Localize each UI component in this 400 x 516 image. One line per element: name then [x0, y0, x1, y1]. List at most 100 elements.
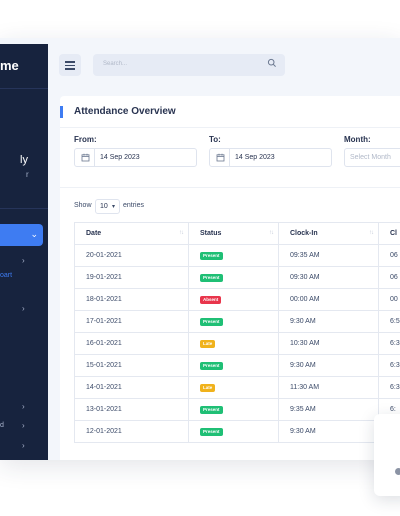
status-cell: Present — [188, 310, 279, 333]
date-cell: 12-01-2021 — [74, 420, 189, 443]
date-cell: 17-01-2021 — [74, 310, 189, 333]
status-cell: Late — [188, 376, 279, 399]
chevron-right-icon[interactable]: › — [22, 402, 25, 411]
calendar-icon — [81, 153, 90, 162]
sort-icon: ↑↓ — [269, 230, 274, 236]
clock-out-cell: 06 — [378, 244, 400, 267]
sort-icon: ↑↓ — [369, 230, 374, 236]
status-cell: Present — [188, 266, 279, 289]
status-badge: Late — [200, 383, 216, 392]
table-row: 20-01-2021 Present 09:35 AM 06 — [74, 244, 400, 267]
date-cell: 14-01-2021 — [74, 376, 189, 399]
clock-in-cell: 9:30 AM — [278, 420, 379, 443]
status-badge: Present — [200, 361, 223, 370]
sidebar: me ly r ⌄ › oart › › d › › — [0, 44, 48, 460]
status-badge: Present — [200, 273, 223, 282]
clock-in-cell: 09:35 AM — [278, 244, 379, 267]
column-header-status[interactable]: Status ↑↓ — [188, 222, 279, 245]
table-row: 15-01-2021 Present 9:30 AM 6:3 — [74, 354, 400, 377]
calendar-icon — [216, 153, 225, 162]
status-badge: Late — [200, 339, 216, 348]
sidebar-subitem[interactable]: oart — [0, 272, 12, 279]
attendance-table: Date ↑↓ Status ↑↓ Clock-In ↑↓ Cl 20-01-2021… — [74, 222, 400, 443]
date-cell: 16-01-2021 — [74, 332, 189, 355]
status-cell: Absent — [188, 288, 279, 311]
clock-in-cell: 10:30 AM — [278, 332, 379, 355]
search-placeholder: Search... — [103, 61, 128, 67]
month-select[interactable]: Select Month — [344, 148, 400, 167]
table-row: 12-01-2021Present9:30 AM6:3 — [74, 420, 400, 443]
table-row: 19-01-2021 Present 09:30 AM 06 — [74, 266, 400, 289]
show-label: Show — [74, 202, 92, 209]
status-cell: Present — [188, 244, 279, 267]
to-date-value: 14 Sep 2023 — [235, 154, 275, 161]
search-icon — [267, 58, 276, 67]
page-size-select[interactable]: 10 ▾ — [95, 199, 120, 214]
status-cell: Present — [188, 398, 279, 421]
column-header-clock-out[interactable]: Cl — [378, 222, 400, 245]
card-title: Attendance Overview — [74, 106, 176, 117]
chevron-right-icon[interactable]: › — [22, 441, 25, 450]
clock-in-cell: 9:30 AM — [278, 354, 379, 377]
sidebar-divider — [0, 208, 48, 209]
status-cell: Late — [188, 332, 279, 355]
table-row: 14-01-2021 Late 11:30 AM 6:3 — [74, 376, 400, 399]
status-badge: Absent — [200, 295, 222, 304]
brand-logo: me — [0, 58, 19, 73]
column-header-clock-in[interactable]: Clock-In ↑↓ — [278, 222, 379, 245]
clock-out-cell: 06 — [378, 266, 400, 289]
clock-in-cell: 00:00 AM — [278, 288, 379, 311]
clock-in-cell: 9:30 AM — [278, 310, 379, 333]
date-cell: 15-01-2021 — [74, 354, 189, 377]
title-accent — [60, 106, 63, 118]
chevron-right-icon[interactable]: › — [22, 304, 25, 313]
table-row: 18-01-2021 Absent 00:00 AM 00 — [74, 288, 400, 311]
clock-out-cell: 6:5 — [378, 310, 400, 333]
status-badge: Present — [200, 251, 223, 260]
chevron-down-icon: ⌄ — [30, 229, 38, 239]
month-label: Month: — [344, 135, 371, 144]
date-cell: 19-01-2021 — [74, 266, 189, 289]
from-label: From: — [74, 135, 97, 144]
status-badge: Present — [200, 317, 223, 326]
status-cell: Present — [188, 354, 279, 377]
chevron-right-icon[interactable]: › — [22, 421, 25, 430]
app-window: me ly r ⌄ › oart › › d › › Search... Att… — [0, 38, 400, 460]
column-header-date[interactable]: Date ↑↓ — [74, 222, 189, 245]
search-input[interactable]: Search... — [93, 54, 285, 76]
entries-label: entries — [123, 202, 145, 209]
table-row: 16-01-2021 Late 10:30 AM 6:3 — [74, 332, 400, 355]
page-size-value: 10 — [100, 203, 108, 210]
clock-out-cell: 6:3 — [378, 332, 400, 355]
date-cell: 18-01-2021 — [74, 288, 189, 311]
user-name: ly — [20, 154, 28, 166]
menu-toggle-button[interactable] — [59, 54, 81, 76]
clock-in-cell: 9:35 AM — [278, 398, 379, 421]
status-dot — [395, 468, 400, 475]
status-cell: Present — [188, 420, 279, 443]
sidebar-divider — [0, 88, 48, 89]
sort-icon: ↑↓ — [179, 230, 184, 236]
chevron-right-icon[interactable]: › — [22, 256, 25, 265]
sidebar-item-label[interactable]: d — [0, 422, 4, 429]
clock-out-cell: 00 — [378, 288, 400, 311]
date-cell: 13-01-2021 — [74, 398, 189, 421]
clock-in-cell: 11:30 AM — [278, 376, 379, 399]
to-date-field[interactable]: 14 Sep 2023 — [209, 148, 332, 167]
table-header-row: Date ↑↓ Status ↑↓ Clock-In ↑↓ Cl — [74, 222, 400, 245]
month-placeholder: Select Month — [350, 154, 391, 161]
table-row: 17-01-2021 Present 9:30 AM 6:5 — [74, 310, 400, 333]
user-role: r — [26, 170, 29, 179]
status-badge: Present — [200, 405, 223, 414]
to-label: To: — [209, 135, 221, 144]
floating-panel — [374, 414, 400, 496]
clock-out-cell: 6:3 — [378, 354, 400, 377]
from-date-field[interactable]: 14 Sep 2023 — [74, 148, 197, 167]
status-badge: Present — [200, 427, 223, 436]
clock-in-cell: 09:30 AM — [278, 266, 379, 289]
date-cell: 20-01-2021 — [74, 244, 189, 267]
clock-out-cell: 6:3 — [378, 376, 400, 399]
chevron-down-icon: ▾ — [111, 204, 115, 210]
hamburger-icon — [65, 61, 75, 63]
sidebar-item-active[interactable]: ⌄ — [0, 224, 43, 246]
